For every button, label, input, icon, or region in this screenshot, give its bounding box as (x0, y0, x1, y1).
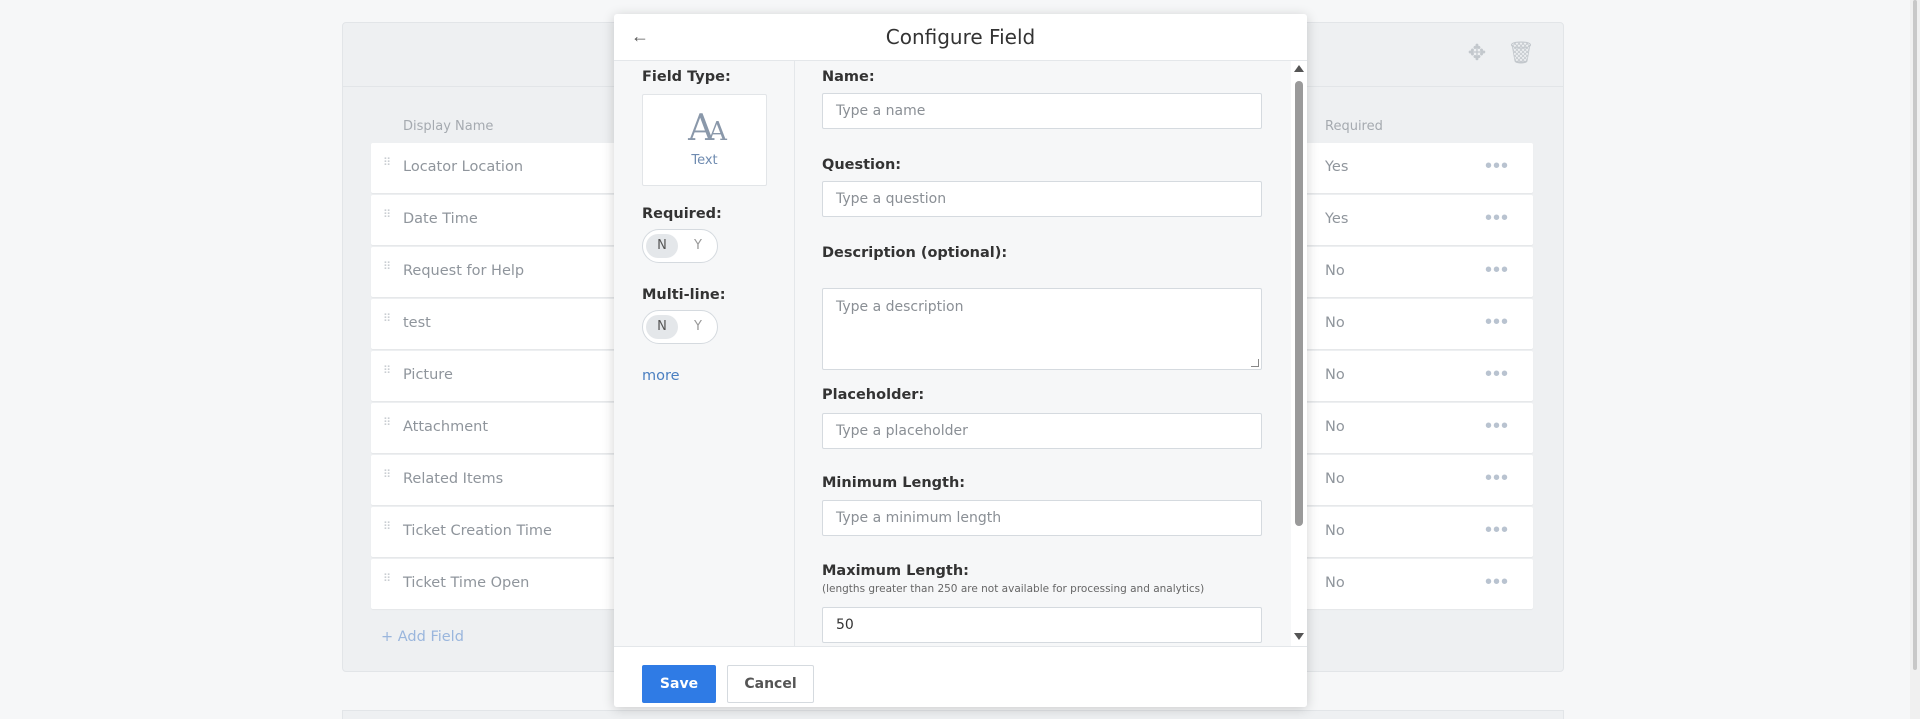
field-display-name: test (403, 315, 431, 331)
field-required-value: No (1325, 523, 1345, 539)
row-menu-icon[interactable]: ••• (1485, 259, 1509, 282)
field-required-value: Yes (1325, 211, 1349, 227)
more-options-link[interactable]: more (642, 368, 680, 384)
multiline-no-option[interactable]: N (646, 315, 678, 339)
name-input[interactable]: Type a name (822, 93, 1262, 129)
page-scrollbar-thumb[interactable] (1913, 0, 1917, 670)
dialog-scrollbar[interactable] (1291, 61, 1307, 646)
max-length-input[interactable]: 50 (822, 607, 1262, 643)
field-display-name: Related Items (403, 471, 504, 487)
field-options-panel: Field Type: AA Text Required: N Y Multi-… (614, 61, 795, 646)
save-button[interactable]: Save (642, 665, 716, 703)
field-display-name: Ticket Creation Time (403, 523, 552, 539)
drag-handle-icon[interactable]: ⠿ (383, 522, 391, 540)
field-type-card[interactable]: AA Text (642, 94, 767, 186)
field-properties-panel: Name: Type a name Question: Type a quest… (796, 61, 1288, 646)
field-display-name: Request for Help (403, 263, 525, 279)
max-length-label: Maximum Length: (822, 563, 969, 579)
name-label: Name: (822, 69, 875, 85)
description-textarea[interactable]: Type a description (822, 288, 1262, 370)
trash-icon[interactable]: 🗑 (1507, 41, 1535, 65)
required-yes-option[interactable]: Y (682, 234, 714, 258)
required-no-option[interactable]: N (646, 234, 678, 258)
field-required-value: No (1325, 263, 1345, 279)
column-header-display-name: Display Name (403, 119, 494, 134)
resize-handle-icon[interactable] (1251, 359, 1259, 367)
field-display-name: Locator Location (403, 159, 524, 175)
scroll-down-arrow-icon[interactable] (1294, 633, 1304, 640)
placeholder-input[interactable]: Type a placeholder (822, 413, 1262, 449)
row-menu-icon[interactable]: ••• (1485, 311, 1509, 334)
description-label: Description (optional): (822, 245, 1008, 261)
row-menu-icon[interactable]: ••• (1485, 467, 1509, 490)
cancel-button[interactable]: Cancel (727, 665, 814, 703)
max-length-hint: (lengths greater than 250 are not availa… (822, 583, 1205, 595)
drag-handle-icon[interactable]: ⠿ (383, 210, 391, 228)
dialog-scrollbar-thumb[interactable] (1295, 81, 1303, 526)
row-menu-icon[interactable]: ••• (1485, 571, 1509, 594)
required-toggle[interactable]: N Y (642, 229, 718, 263)
field-required-value: No (1325, 367, 1345, 383)
dialog-body: Field Type: AA Text Required: N Y Multi-… (614, 61, 1307, 646)
add-field-link[interactable]: + Add Field (381, 629, 464, 645)
field-display-name: Date Time (403, 211, 478, 227)
min-length-label: Minimum Length: (822, 475, 966, 491)
field-type-label: Field Type: (642, 69, 731, 85)
dialog-footer: Save Cancel (614, 646, 1307, 707)
row-menu-icon[interactable]: ••• (1485, 415, 1509, 438)
field-type-name: Text (691, 153, 718, 168)
scroll-up-arrow-icon[interactable] (1294, 65, 1304, 72)
drag-handle-icon[interactable]: ⠿ (383, 158, 391, 176)
drag-handle-icon[interactable]: ⠿ (383, 574, 391, 592)
row-menu-icon[interactable]: ••• (1485, 519, 1509, 542)
question-input[interactable]: Type a question (822, 181, 1262, 217)
drag-handle-icon[interactable]: ⠿ (383, 262, 391, 280)
text-type-icon: AA (688, 108, 727, 149)
drag-handle-icon[interactable]: ⠿ (383, 418, 391, 436)
multiline-toggle[interactable]: N Y (642, 310, 718, 344)
page-scrollbar[interactable] (1910, 0, 1920, 719)
field-required-value: No (1325, 419, 1345, 435)
field-display-name: Attachment (403, 419, 489, 435)
field-display-name: Picture (403, 367, 453, 383)
move-icon[interactable]: ✥ (1465, 41, 1489, 65)
multiline-yes-option[interactable]: Y (682, 315, 714, 339)
placeholder-label: Placeholder: (822, 387, 925, 403)
question-label: Question: (822, 157, 902, 173)
dialog-title: Configure Field (885, 25, 1036, 49)
row-menu-icon[interactable]: ••• (1485, 207, 1509, 230)
row-menu-icon[interactable]: ••• (1485, 363, 1509, 386)
field-display-name: Ticket Time Open (403, 575, 530, 591)
drag-handle-icon[interactable]: ⠿ (383, 470, 391, 488)
field-required-value: No (1325, 471, 1345, 487)
min-length-input[interactable]: Type a minimum length (822, 500, 1262, 536)
multiline-label: Multi-line: (642, 287, 726, 303)
required-label: Required: (642, 206, 722, 222)
field-required-value: No (1325, 575, 1345, 591)
column-header-required: Required (1325, 119, 1383, 134)
drag-handle-icon[interactable]: ⠿ (383, 314, 391, 332)
drag-handle-icon[interactable]: ⠿ (383, 366, 391, 384)
row-menu-icon[interactable]: ••• (1485, 155, 1509, 178)
field-required-value: No (1325, 315, 1345, 331)
field-required-value: Yes (1325, 159, 1349, 175)
next-card-edge (342, 710, 1564, 719)
dialog-header: ← Configure Field (614, 14, 1307, 61)
configure-field-dialog: ← Configure Field Field Type: AA Text Re… (614, 14, 1307, 707)
